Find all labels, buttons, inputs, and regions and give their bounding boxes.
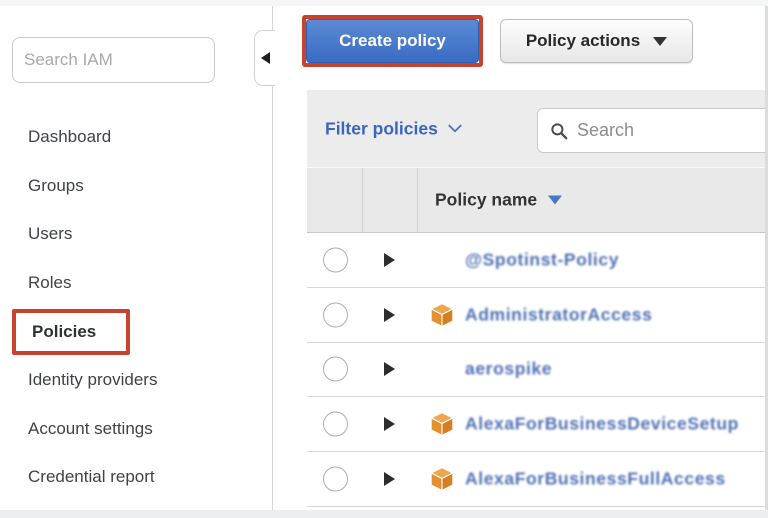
expand-row-icon[interactable] <box>384 308 395 322</box>
expand-row-icon[interactable] <box>384 472 395 486</box>
expand-row-icon[interactable] <box>384 417 395 431</box>
iam-policies-page: Dashboard Groups Users Roles Policies <box>0 0 768 518</box>
search-icon <box>550 122 568 140</box>
policy-search-input[interactable] <box>577 120 727 141</box>
policy-name-header-label: Policy name <box>435 190 537 211</box>
create-policy-annotation-box: Create policy <box>302 15 483 67</box>
iam-sidebar: Dashboard Groups Users Roles Policies <box>0 6 273 510</box>
radio-button[interactable] <box>323 302 348 327</box>
sidebar-item-policies[interactable]: Policies <box>0 307 272 356</box>
policy-row: @Spotinst-Policy <box>307 233 768 288</box>
aws-managed-policy-icon <box>429 302 455 328</box>
sidebar-item-users[interactable]: Users <box>0 210 272 259</box>
sidebar-item-groups[interactable]: Groups <box>0 162 272 211</box>
sidebar-item-roles[interactable]: Roles <box>0 259 272 308</box>
filter-bar: Filter policies <box>307 90 768 168</box>
sidebar-item-account-settings[interactable]: Account settings <box>0 405 272 454</box>
sidebar-item-label: Roles <box>28 273 71 293</box>
sidebar-collapse-toggle[interactable] <box>254 30 275 86</box>
aws-managed-policy-icon <box>429 411 455 437</box>
sidebar-item-dashboard[interactable]: Dashboard <box>0 113 272 162</box>
sidebar-item-label: Account settings <box>28 419 153 439</box>
create-policy-button[interactable]: Create policy <box>306 19 479 63</box>
radio-button[interactable] <box>323 467 348 492</box>
column-divider <box>417 168 418 232</box>
policy-row: aerospike <box>307 343 768 398</box>
sort-descending-icon <box>548 196 562 205</box>
collapse-left-icon <box>261 52 270 64</box>
sidebar-item-label: Policies <box>12 309 130 355</box>
dropdown-caret-icon <box>653 37 667 46</box>
policy-name-column-header[interactable]: Policy name <box>435 190 562 211</box>
policy-row: AlexaForBusinessDeviceSetup <box>307 397 768 452</box>
expand-row-icon[interactable] <box>384 362 395 376</box>
policy-row: AdministratorAccess <box>307 288 768 343</box>
policy-name-link[interactable]: AdministratorAccess <box>465 304 652 325</box>
page-bottom-edge <box>0 510 768 518</box>
policy-name-link[interactable]: AlexaForBusinessFullAccess <box>465 469 726 490</box>
column-divider <box>362 168 363 232</box>
sidebar-item-label: Dashboard <box>28 127 111 147</box>
policy-actions-button[interactable]: Policy actions <box>500 19 693 63</box>
radio-button[interactable] <box>323 412 348 437</box>
sidebar-item-label: Groups <box>28 176 84 196</box>
expand-row-icon[interactable] <box>384 253 395 267</box>
chevron-down-icon <box>448 119 462 133</box>
sidebar-item-label: Identity providers <box>28 370 157 390</box>
sidebar-item-credential-report[interactable]: Credential report <box>0 453 272 502</box>
sidebar-item-identity-providers[interactable]: Identity providers <box>0 356 272 405</box>
policy-table-body: @Spotinst-Policy AdministratorAccess <box>307 233 768 507</box>
filter-policies-dropdown[interactable]: Filter policies <box>325 118 460 139</box>
policy-name-link[interactable]: aerospike <box>465 359 552 380</box>
policy-name-link[interactable]: @Spotinst-Policy <box>465 249 619 270</box>
policy-actions-label: Policy actions <box>526 31 640 51</box>
policy-row: AlexaForBusinessFullAccess <box>307 452 768 507</box>
sidebar-item-label: Users <box>28 224 72 244</box>
filter-policies-label: Filter policies <box>325 118 438 139</box>
table-header: Policy name <box>307 168 768 233</box>
radio-button[interactable] <box>323 247 348 272</box>
policy-name-link[interactable]: AlexaForBusinessDeviceSetup <box>465 414 739 435</box>
sidebar-item-label: Credential report <box>28 467 155 487</box>
iam-search-input[interactable] <box>12 37 215 83</box>
aws-managed-policy-icon <box>429 466 455 492</box>
sidebar-nav: Dashboard Groups Users Roles Policies <box>0 113 272 502</box>
radio-button[interactable] <box>323 357 348 382</box>
policy-search-box <box>537 108 768 153</box>
